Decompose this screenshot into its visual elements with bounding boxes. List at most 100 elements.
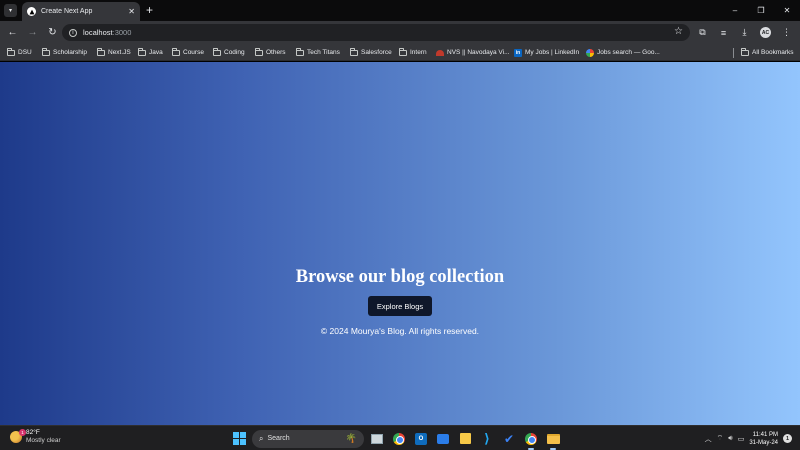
clock[interactable]: 11:41 PM 31-May-24 <box>749 431 778 447</box>
url-text: localhost:3000 <box>83 28 131 37</box>
bookmark-java[interactable]: Java <box>138 47 163 58</box>
chevron-down-icon: ▾ <box>8 8 12 14</box>
bookmarks-bar: DSU Scholarship Next.JS Java Course Codi… <box>0 44 800 61</box>
vscode-app[interactable]: ⟩ <box>478 430 496 448</box>
windows-logo-tile <box>232 432 239 438</box>
windows-taskbar: 1 82°F Mostly clear ⌕ Search 🌴 O ⟩ ✔ ︿ ⌔… <box>0 425 800 450</box>
volume-icon[interactable]: 🔊︎ <box>728 435 732 443</box>
start-button[interactable] <box>230 430 248 448</box>
folder-icon <box>42 47 50 56</box>
browser-tab-active[interactable]: Create Next App ✕ <box>22 2 140 21</box>
system-tray: ︿ ⌔ 🔊︎ ▭ 11:41 PM 31-May-24 1 <box>705 428 792 449</box>
bookmark-nextjs[interactable]: Next.JS <box>97 47 131 58</box>
media-control-icon[interactable]: ≡ <box>714 23 733 42</box>
mail-app[interactable] <box>434 430 452 448</box>
avatar: AC <box>760 27 771 38</box>
outlook-icon: O <box>415 432 427 445</box>
bookmark-jobs-search[interactable]: Jobs search — Goo... <box>586 47 660 58</box>
bookmark-tech-titans[interactable]: Tech Titans <box>296 47 340 58</box>
bookmark-label: Next.JS <box>108 49 131 56</box>
windows-logo-tile <box>239 439 246 445</box>
bookmark-label: Salesforce <box>361 49 392 56</box>
todo-app[interactable]: ✔ <box>500 430 518 448</box>
minimize-button[interactable]: – <box>722 0 748 21</box>
google-icon <box>586 48 594 57</box>
new-tab-button[interactable]: + <box>146 3 153 17</box>
folder-icon <box>172 47 180 56</box>
outlook-app[interactable]: O <box>412 430 430 448</box>
site-info-icon[interactable]: i <box>69 28 77 37</box>
linkedin-icon: in <box>514 48 522 57</box>
folder-icon <box>741 47 749 56</box>
search-label: Search <box>267 435 290 442</box>
explore-blogs-button[interactable]: Explore Blogs <box>368 296 432 316</box>
browser-toolbar: ← → ↻ i localhost:3000 ☆ ⧉ ≡ ⤓ AC ⋮ <box>0 21 800 44</box>
window-controls: – ❐ ✕ <box>722 0 800 21</box>
moon-cloud-icon: 1 <box>10 429 26 443</box>
file-explorer-app[interactable] <box>544 430 562 450</box>
clock-date: 31-May-24 <box>749 439 778 446</box>
close-window-button[interactable]: ✕ <box>774 0 800 21</box>
task-view-button[interactable] <box>368 430 386 448</box>
tab-close-icon[interactable]: ✕ <box>128 7 135 16</box>
maximize-button[interactable]: ❐ <box>748 0 774 21</box>
bookmark-linkedin[interactable]: in My Jobs | LinkedIn <box>514 47 579 58</box>
tab-search-button[interactable]: ▾ <box>4 4 17 17</box>
bookmark-salesforce[interactable]: Salesforce <box>350 47 392 58</box>
bookmark-course[interactable]: Course <box>172 47 204 58</box>
battery-icon[interactable]: ▭ <box>738 435 745 443</box>
reload-button[interactable]: ↻ <box>43 23 62 42</box>
bookmark-scholarship[interactable]: Scholarship <box>42 47 87 58</box>
folder-icon <box>546 433 560 444</box>
back-button[interactable]: ← <box>3 23 22 42</box>
bookmark-label: Coding <box>224 49 245 56</box>
temperature: 82°F <box>26 429 40 436</box>
bookmark-label: Others <box>266 49 286 56</box>
extensions-icon[interactable]: ⧉ <box>693 23 712 42</box>
bookmark-label: Tech Titans <box>307 49 340 56</box>
tab-strip: ▾ Create Next App ✕ + – ❐ ✕ <box>0 0 800 21</box>
bookmark-intern[interactable]: Intern <box>399 47 427 58</box>
nvs-favicon-icon <box>436 49 444 56</box>
taskbar-apps: ⌕ Search 🌴 O ⟩ ✔ <box>230 429 562 450</box>
nextjs-favicon-icon <box>27 7 36 16</box>
chevron-up-icon[interactable]: ︿ <box>705 434 712 444</box>
folder-icon <box>97 47 105 56</box>
folder-icon <box>399 47 407 56</box>
search-icon: ⌕ <box>259 433 264 443</box>
bookmark-dsu[interactable]: DSU <box>7 47 32 58</box>
weather-badge: 1 <box>19 429 26 436</box>
notification-badge[interactable]: 1 <box>783 434 792 443</box>
profile-button[interactable]: AC <box>756 23 775 42</box>
bookmark-star-icon[interactable]: ☆ <box>674 26 683 37</box>
address-bar[interactable]: i localhost:3000 ☆ <box>62 24 690 41</box>
bookmark-label: NVS || Navodaya Vi... <box>447 49 510 56</box>
folder-icon <box>350 47 358 56</box>
folder-icon <box>296 47 304 56</box>
chrome-icon <box>393 432 405 445</box>
folder-icon <box>138 47 146 56</box>
bookmark-label: Jobs search — Goo... <box>597 49 660 56</box>
weather-widget[interactable]: 1 82°F Mostly clear <box>10 429 61 445</box>
windows-logo-tile <box>239 432 246 438</box>
chrome-profile-app[interactable] <box>522 430 540 450</box>
tab-title: Create Next App <box>41 8 93 15</box>
weather-condition: Mostly clear <box>26 437 61 444</box>
vscode-icon: ⟩ <box>484 430 490 446</box>
downloads-icon[interactable]: ⤓ <box>735 23 754 42</box>
task-view-icon <box>371 433 383 444</box>
bookmark-nvs[interactable]: NVS || Navodaya Vi... <box>436 47 510 58</box>
palm-tree-icon: 🌴 <box>345 433 357 443</box>
bookmark-others[interactable]: Others <box>255 47 286 58</box>
taskbar-search[interactable]: ⌕ Search 🌴 <box>252 429 364 448</box>
sticky-notes-app[interactable] <box>456 430 474 448</box>
bookmark-coding[interactable]: Coding <box>213 47 245 58</box>
bookmark-label: Java <box>149 49 163 56</box>
footer-copyright: © 2024 Mourya's Blog. All rights reserve… <box>320 326 480 336</box>
page-content: Browse our blog collection Explore Blogs… <box>0 62 800 425</box>
chrome-app[interactable] <box>390 430 408 448</box>
all-bookmarks-button[interactable]: All Bookmarks <box>741 47 794 58</box>
forward-button[interactable]: → <box>23 23 42 42</box>
wifi-icon[interactable]: ⌔ <box>717 434 724 443</box>
menu-kebab-icon[interactable]: ⋮ <box>777 23 796 42</box>
